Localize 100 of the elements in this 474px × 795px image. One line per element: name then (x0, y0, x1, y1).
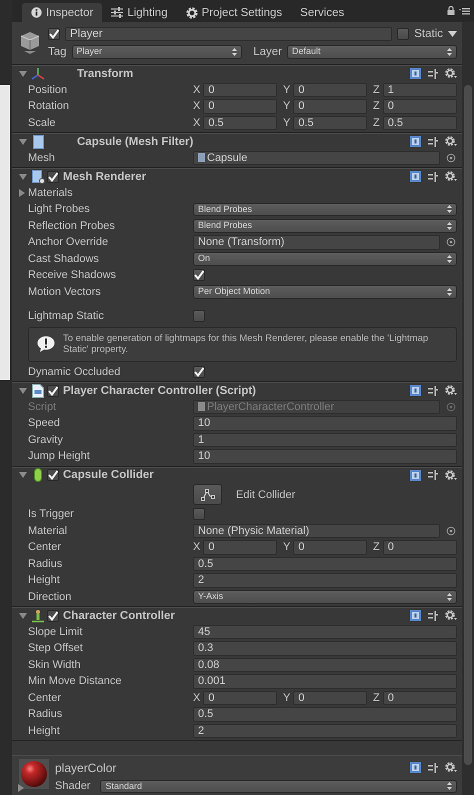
collapse-triangle-icon[interactable] (19, 70, 27, 78)
menu-icon[interactable] (459, 6, 470, 14)
axis-label: X (193, 84, 200, 96)
checkbox[interactable] (47, 170, 59, 183)
name-field[interactable]: Player (65, 26, 392, 42)
number-field[interactable]: 0.5 (293, 116, 367, 130)
collapse-triangle-icon[interactable] (19, 172, 27, 181)
help-book-icon[interactable] (410, 470, 421, 481)
settings-icon[interactable] (445, 385, 457, 396)
collapse-triangle-icon[interactable] (19, 612, 27, 620)
checkbox[interactable] (47, 610, 59, 622)
dropdown-arrow-icon[interactable] (448, 31, 457, 37)
number-field[interactable]: 0 (293, 82, 367, 97)
updown-caret-icon (447, 222, 452, 230)
help-book-icon[interactable] (410, 171, 421, 182)
shader-dropdown[interactable]: Standard (100, 780, 457, 793)
object-picker-icon[interactable] (445, 236, 457, 248)
number-field[interactable]: 0.08 (193, 658, 457, 672)
settings-icon[interactable] (445, 470, 457, 481)
expand-triangle-icon[interactable] (18, 188, 26, 197)
number-field[interactable]: 0 (203, 540, 277, 554)
updown-caret-icon (447, 782, 452, 790)
presets-icon[interactable] (428, 172, 438, 182)
settings-icon[interactable] (445, 171, 457, 182)
field-label: Center (28, 541, 62, 554)
number-field[interactable]: 0 (293, 690, 367, 705)
number-field[interactable]: 0 (203, 82, 277, 97)
number-field[interactable]: 0 (382, 99, 457, 114)
checkbox[interactable] (397, 28, 410, 40)
object-field[interactable]: None (Transform) (193, 235, 440, 250)
presets-icon[interactable] (428, 386, 438, 396)
number-field[interactable]: 0.001 (193, 674, 457, 688)
checkbox[interactable] (193, 269, 205, 282)
number-field[interactable]: 0 (382, 540, 457, 554)
sliders-icon (111, 7, 124, 18)
help-message: To enable generation of lightmaps for this Mesh Renderer, please enable the 'Lightmap Static' property. (63, 333, 430, 355)
settings-icon[interactable] (445, 136, 457, 148)
number-field[interactable]: 0 (203, 99, 277, 114)
number-field[interactable]: 10 (193, 416, 457, 430)
help-book-icon[interactable] (410, 385, 421, 396)
presets-icon[interactable] (428, 68, 438, 79)
edit-collider-button[interactable] (193, 484, 222, 505)
scrollbar-thumb[interactable] (464, 85, 472, 765)
number-field[interactable]: 0.3 (193, 641, 457, 656)
tab[interactable]: Inspector (22, 3, 102, 22)
expand-triangle-icon[interactable] (17, 784, 25, 792)
number-field[interactable]: 45 (193, 624, 457, 639)
number-field[interactable]: 0.5 (203, 116, 277, 130)
presets-icon[interactable] (428, 136, 438, 147)
number-field[interactable]: 0.5 (193, 556, 457, 571)
tag-dropdown[interactable]: Player (72, 45, 242, 59)
presets-icon[interactable] (428, 610, 438, 621)
axis-label: Z (373, 692, 380, 704)
dropdown[interactable]: Blend Probes (193, 219, 457, 232)
settings-icon[interactable] (445, 68, 457, 80)
object-field[interactable]: Capsule (193, 150, 440, 165)
number-field[interactable]: 0 (293, 540, 367, 554)
presets-icon[interactable] (428, 470, 438, 480)
dropdown[interactable]: Y-Axis (193, 590, 457, 604)
checkbox[interactable] (48, 28, 60, 40)
number-field[interactable]: 0 (382, 690, 457, 705)
dropdown[interactable]: Blend Probes (193, 202, 457, 216)
number-field[interactable]: 1 (193, 432, 457, 447)
settings-icon[interactable] (445, 762, 457, 773)
object-picker-icon[interactable] (445, 524, 457, 537)
number-field[interactable]: 0.5 (193, 707, 457, 722)
number-field[interactable]: 10 (193, 449, 457, 464)
number-field[interactable]: 0.5 (382, 116, 457, 130)
help-book-icon[interactable] (410, 610, 421, 622)
collapse-triangle-icon[interactable] (19, 471, 27, 480)
checkbox[interactable] (47, 384, 59, 397)
object-field[interactable]: None (Physic Material) (193, 524, 440, 538)
checkbox[interactable] (193, 508, 205, 520)
number-field[interactable]: 0 (203, 690, 277, 705)
dropdown[interactable]: Per Object Motion (193, 285, 457, 298)
number-field[interactable]: 2 (193, 573, 457, 588)
number-field[interactable]: 1 (382, 82, 457, 97)
polyline-icon[interactable] (200, 488, 214, 500)
layer-dropdown[interactable]: Default (287, 45, 457, 59)
foldout-label[interactable]: Materials (28, 186, 73, 199)
checkbox[interactable] (47, 469, 59, 482)
lock-icon[interactable] (447, 6, 455, 15)
tab[interactable]: Services (291, 3, 354, 22)
checkbox[interactable] (193, 310, 205, 322)
updown-caret-icon (447, 48, 452, 56)
settings-icon[interactable] (445, 610, 457, 622)
collapse-triangle-icon[interactable] (19, 386, 27, 395)
help-book-icon[interactable] (410, 136, 421, 148)
dropdown[interactable]: On (193, 252, 457, 266)
number-field[interactable]: 0 (293, 99, 367, 114)
checkbox[interactable] (193, 366, 205, 378)
collapse-triangle-icon[interactable] (19, 138, 27, 146)
number-field[interactable]: 2 (193, 724, 457, 738)
field-label: Rotation (28, 100, 70, 112)
object-picker-icon[interactable] (445, 152, 457, 164)
help-book-icon[interactable] (410, 762, 421, 773)
tab[interactable]: Lighting (102, 3, 177, 22)
tab[interactable]: Project Settings (176, 3, 292, 22)
presets-icon[interactable] (428, 762, 438, 772)
help-book-icon[interactable] (410, 68, 421, 80)
